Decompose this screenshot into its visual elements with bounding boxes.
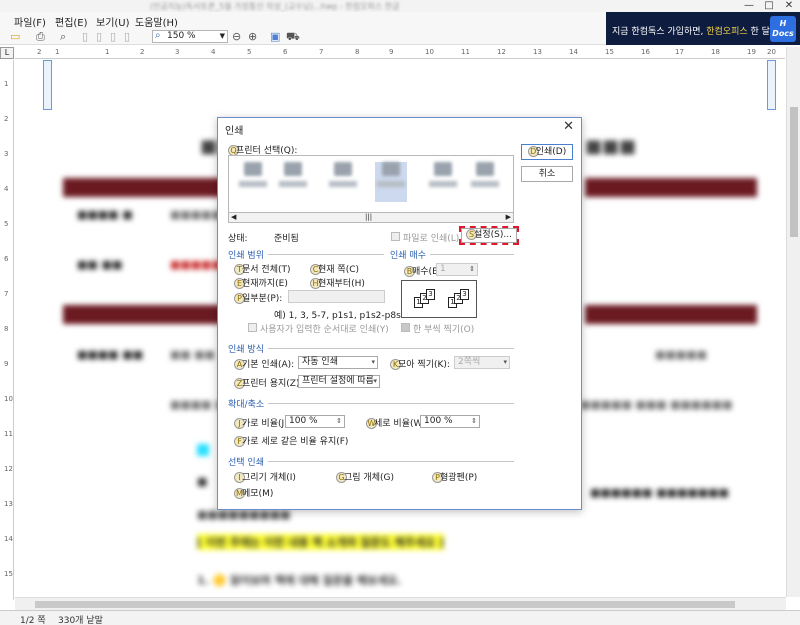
close-window-button[interactable]: ✕ — [780, 0, 798, 11]
print-button[interactable]: D인쇄(D) — [521, 144, 573, 160]
printer-item[interactable] — [427, 162, 459, 187]
cancel-button[interactable]: 취소 — [521, 166, 573, 182]
print-to-file-label: 파일로 인쇄(L) — [403, 234, 460, 244]
open-folder-icon[interactable]: ▭ — [10, 30, 20, 43]
scale-section-line — [268, 403, 514, 404]
range-section-title: 인쇄 범위 — [228, 251, 264, 261]
highlight-box — [459, 226, 519, 245]
user-order-checkbox[interactable] — [248, 323, 257, 332]
maximize-button[interactable]: □ — [760, 0, 778, 11]
scale-h-input[interactable]: 100 % ⇕ — [285, 415, 345, 428]
zoom-out-icon[interactable]: ⊖ — [232, 30, 241, 43]
vertical-ruler: 1 2 3 4 5 6 7 8 9 10 11 12 13 14 15 — [0, 60, 14, 600]
select-memo-checkbox[interactable]: M메모(M) — [234, 486, 273, 499]
edit-icon[interactable]: ▣ — [270, 30, 280, 43]
pages-per-sheet-select[interactable]: 2쪽씩 ▾ — [454, 356, 510, 369]
printer-list-scrollbar[interactable]: ◀ ||| ▶ — [228, 213, 514, 223]
print-to-file-checkbox[interactable] — [391, 232, 400, 241]
range-section-line — [268, 254, 384, 255]
method-section-line — [268, 348, 514, 349]
copies-input[interactable]: 1 ⇕ — [436, 263, 478, 276]
status-bar: 1/2 쪽 330개 낱말 — [0, 610, 800, 625]
range-from-current-radio[interactable]: H현재부터(H) — [310, 276, 365, 289]
collate-checkbox[interactable] — [401, 323, 410, 332]
menu-file[interactable]: 파일(F) — [14, 14, 46, 29]
select-picture-checkbox[interactable]: G그림 개체(G) — [336, 470, 394, 483]
ad-banner[interactable]: 지금 한컴독스 가입하면, 한컴오피스 한 달 무료! HDocs — [606, 12, 800, 45]
find-icon[interactable]: ⌕ — [60, 30, 66, 44]
word-count: 330개 낱말 — [58, 616, 103, 625]
margin-marker-left — [43, 60, 52, 110]
title-bar: (인공지능)독서토론_5월 가정통신 작성_(교수님)...hwp - 한컴오피… — [0, 0, 800, 12]
doc-line-1: 1. 🟡 읽어보며 책에 대해 질문을 해보세요. — [197, 574, 402, 587]
copies-section-title: 인쇄 매수 — [390, 251, 426, 261]
scale-h-label: J가로 비율(J): — [234, 416, 291, 429]
range-all-radio[interactable]: T문서 전체(T) — [234, 262, 291, 275]
scale-v-input[interactable]: 100 % ⇕ — [420, 415, 480, 428]
margin-marker-right — [767, 60, 776, 110]
printer-item[interactable] — [469, 162, 501, 187]
doc-section-bar-1b — [585, 178, 757, 197]
method-section-title: 인쇄 방식 — [228, 345, 264, 355]
print-dialog: 인쇄 ✕ Q프린터 선택(Q): ◀ ||| ▶ D인쇄(D) 취소 상태: 준… — [217, 117, 582, 510]
page-view-2-icon[interactable]: ▯ — [96, 30, 102, 43]
select-section-line — [268, 461, 514, 462]
method-basic-radio[interactable]: A기본 인쇄(A): — [234, 357, 294, 370]
doc-section-bar-2b — [585, 305, 757, 324]
print-icon[interactable]: ⎙ — [36, 30, 45, 44]
chevron-down-icon: ▼ — [219, 32, 225, 40]
printer-list[interactable] — [228, 155, 514, 213]
menu-edit[interactable]: 편집(E) — [55, 14, 88, 29]
vertical-scrollbar[interactable] — [786, 47, 800, 597]
copies-section-line — [430, 254, 514, 255]
doc-highlight-line: [ 이번 주에는 이런 내용 책 소개와 질문도 해주세요 ] — [197, 534, 444, 550]
paper-label: Z프린터 용지(Z): — [234, 376, 302, 389]
horizontal-scroll-thumb[interactable] — [35, 601, 735, 608]
vertical-scroll-thumb[interactable] — [790, 107, 798, 237]
zoom-in-icon[interactable]: ⊕ — [248, 30, 257, 43]
ruler-corner[interactable]: L — [0, 47, 14, 59]
menu-help[interactable]: 도움말(H) — [135, 14, 178, 29]
select-highlighter-checkbox[interactable]: P형광펜(P) — [432, 470, 477, 483]
status-value: 준비됨 — [274, 234, 299, 244]
page-view-3-icon[interactable]: ▯ — [110, 30, 116, 43]
select-section-title: 선택 인쇄 — [228, 458, 264, 468]
zoom-magnifier-icon: ⌕ — [155, 30, 161, 41]
range-current-page-radio[interactable]: C현재 쪽(C) — [310, 262, 359, 275]
dialog-title: 인쇄 — [225, 126, 244, 137]
printer-item[interactable] — [277, 162, 309, 187]
scale-keep-checkbox[interactable]: F가로 세로 같은 비율 유지(F) — [234, 434, 348, 447]
close-icon[interactable]: ✕ — [563, 119, 574, 134]
zoom-select[interactable]: ⌕ 150 % ▼ — [152, 30, 228, 43]
zoom-value: 150 % — [167, 31, 196, 41]
status-label: 상태: — [228, 234, 248, 244]
printer-item[interactable] — [237, 162, 269, 187]
select-drawing-checkbox[interactable]: I그리기 개체(I) — [234, 470, 296, 483]
window-title: (인공지능)독서토론_5월 가정통신 작성_(교수님)...hwp - 한컴오피… — [150, 2, 400, 11]
paper-select[interactable]: 프린터 설정에 따름 ▾ — [298, 375, 380, 388]
minimize-button[interactable]: — — [740, 0, 758, 11]
ad-text: 지금 한컴독스 가입하면, 한컴오피스 한 달 무료! — [612, 27, 793, 37]
menu-view[interactable]: 보기(U) — [96, 14, 130, 29]
scale-section-title: 확대/축소 — [228, 400, 265, 410]
range-partial-radio[interactable]: P일부분(P): — [234, 291, 282, 304]
collate-label: 한 부씩 찍기(O) — [413, 325, 475, 335]
method-pages-per-sheet-radio[interactable]: K모아 찍기(K): — [390, 357, 450, 370]
horizontal-ruler: 2 1 1 2 3 4 5 6 7 8 9 10 11 12 13 14 15 … — [15, 47, 785, 59]
range-until-current-radio[interactable]: E현재까지(E) — [234, 276, 288, 289]
collate-preview: 123 123 — [401, 280, 477, 318]
range-partial-input[interactable] — [288, 290, 385, 303]
page-indicator: 1/2 쪽 — [20, 616, 46, 625]
horizontal-scrollbar[interactable] — [15, 597, 786, 610]
page-view-icon[interactable]: ▯ — [82, 30, 88, 43]
printer-item[interactable] — [327, 162, 359, 187]
page-view-4-icon[interactable]: ▯ — [124, 30, 130, 43]
method-basic-select[interactable]: 자동 인쇄 ▾ — [298, 356, 378, 369]
printer-item-selected[interactable] — [375, 162, 407, 202]
user-order-label: 사용자가 입력한 순서대로 인쇄(Y) — [260, 325, 389, 335]
docs-logo-icon: H Docs — [770, 16, 796, 42]
cart-icon[interactable]: ⛟ — [286, 30, 300, 45]
range-example: 예) 1, 3, 5-7, p1s1, p1s2-p8s2 — [274, 311, 407, 321]
